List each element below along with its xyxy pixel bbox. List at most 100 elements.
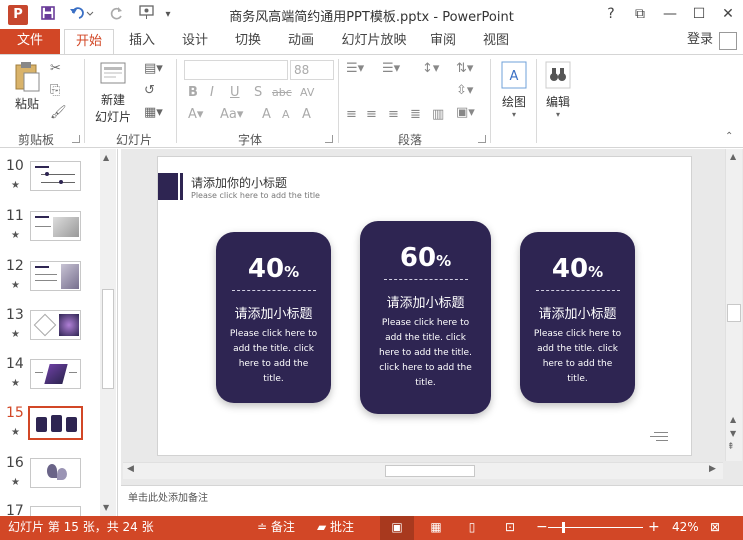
scroll-up-icon[interactable]: ▲ <box>103 153 109 162</box>
reading-view-button[interactable]: ▯ <box>462 516 482 540</box>
font-size-select[interactable]: 88 <box>290 60 334 80</box>
tab-transitions[interactable]: 切换 <box>226 29 270 54</box>
change-case-icon[interactable]: Aa▾ <box>220 107 243 123</box>
new-slide-button[interactable]: 新建 幻灯片 <box>92 59 134 125</box>
align-center-icon[interactable]: ≡ <box>366 107 377 123</box>
clear-formatting-icon[interactable]: A <box>302 107 311 123</box>
comments-toggle-button[interactable]: ▰ 批注 <box>317 516 354 540</box>
scroll-up-icon[interactable]: ▲ <box>730 152 736 161</box>
slide-vertical-scrollbar[interactable]: ▲ ▲ ▼ ⇞ <box>725 149 742 461</box>
thumbnail-slide-15[interactable]: 15 ★ <box>0 405 100 453</box>
zoom-level[interactable]: 42% <box>672 516 699 540</box>
thumbnail-scrollbar[interactable]: ▲ ▼ <box>100 149 116 516</box>
tab-slideshow[interactable]: 幻灯片放映 <box>336 29 412 54</box>
section-icon[interactable]: ▦▾ <box>144 105 163 121</box>
zoom-in-button[interactable]: + <box>648 516 660 540</box>
help-button[interactable]: ? <box>597 2 625 26</box>
slide-canvas[interactable]: 请添加你的小标题 Please click here to add the ti… <box>157 156 692 456</box>
font-name-select[interactable] <box>184 60 288 80</box>
strikethrough-icon[interactable]: abc <box>272 85 292 101</box>
tab-design[interactable]: 设计 <box>173 29 217 54</box>
slide-sorter-view-button[interactable]: ▦ <box>426 516 446 540</box>
minimize-button[interactable]: — <box>656 2 684 26</box>
horizontal-scroll-thumb[interactable] <box>385 465 475 477</box>
layout-icon[interactable]: ▤▾ <box>144 61 163 77</box>
stat-card[interactable]: 40% 请添加小标题 Please click here to add the … <box>520 232 635 403</box>
drawing-button[interactable]: A 绘图 ▾ <box>496 59 532 119</box>
thumbnail-slide-13[interactable]: 13 ★ <box>0 307 100 355</box>
fit-slide-icon[interactable]: ⊠ <box>710 516 720 540</box>
paragraph-launcher-icon[interactable] <box>478 135 486 143</box>
tab-insert[interactable]: 插入 <box>120 29 164 54</box>
paste-button[interactable]: 粘贴 <box>9 59 45 112</box>
tab-animations[interactable]: 动画 <box>279 29 323 54</box>
stat-card[interactable]: 60% 请添加小标题 Please click here to add the … <box>360 221 491 414</box>
start-from-beginning-icon[interactable] <box>136 4 158 26</box>
thumbnail-slide-10[interactable]: 10 ★ <box>0 158 100 206</box>
scroll-right-icon[interactable]: ▶ <box>709 464 716 474</box>
scroll-down-icon[interactable]: ▼ <box>103 503 109 512</box>
bold-icon[interactable]: B <box>188 85 198 101</box>
tab-file[interactable]: 文件 <box>0 29 60 54</box>
thumbnail-slide-12[interactable]: 12 ★ <box>0 258 100 306</box>
tab-view[interactable]: 视图 <box>474 29 518 54</box>
grow-font-icon[interactable]: A <box>262 107 271 123</box>
slide-subtitle-english[interactable]: Please click here to add the title <box>191 191 320 200</box>
bullets-icon[interactable]: ☰▾ <box>346 61 364 77</box>
font-launcher-icon[interactable] <box>325 135 333 143</box>
slide-horizontal-scrollbar[interactable]: ◀ ▶ <box>123 462 723 479</box>
sign-in-link[interactable]: 登录 <box>687 29 713 51</box>
thumbnail-slide-11[interactable]: 11 ★ <box>0 208 100 256</box>
previous-slide-icon[interactable]: ⇞ <box>727 442 735 452</box>
font-color-icon[interactable]: A▾ <box>188 107 203 123</box>
notes-toggle-button[interactable]: ≐ 备注 <box>257 516 295 540</box>
zoom-out-button[interactable]: − <box>536 516 548 540</box>
numbering-icon[interactable]: ☰▾ <box>382 61 400 77</box>
thumbnail-slide-17[interactable]: 17 ★ <box>0 503 100 516</box>
underline-icon[interactable]: U <box>230 85 240 101</box>
maximize-button[interactable]: ☐ <box>685 2 713 26</box>
slideshow-view-button[interactable]: ⊡ <box>500 516 520 540</box>
scroll-down-icon[interactable]: ▼ <box>730 429 736 438</box>
align-right-icon[interactable]: ≡ <box>388 107 399 123</box>
collapse-ribbon-icon[interactable]: ⌃ <box>725 129 733 145</box>
text-direction-icon[interactable]: ⇅▾ <box>456 61 473 77</box>
normal-view-button[interactable]: ▣ <box>380 516 414 540</box>
account-icon[interactable] <box>719 32 737 50</box>
redo-icon[interactable] <box>107 4 127 26</box>
vertical-scroll-thumb[interactable] <box>727 304 741 322</box>
smartart-icon[interactable]: ▣▾ <box>456 105 475 121</box>
slide-subtitle-heading[interactable]: 请添加你的小标题 <box>191 174 287 191</box>
ribbon-display-options-icon[interactable]: ⧉ <box>626 2 654 26</box>
line-spacing-icon[interactable]: ↕▾ <box>422 61 439 77</box>
thumbnail-slide-16[interactable]: 16 ★ <box>0 455 100 503</box>
editing-button[interactable]: 编辑 ▾ <box>540 59 576 119</box>
save-icon[interactable] <box>38 4 58 26</box>
justify-icon[interactable]: ≣ <box>410 107 421 123</box>
format-painter-icon[interactable]: 🖌 <box>50 105 67 121</box>
char-spacing-icon[interactable]: AV <box>300 85 314 101</box>
columns-icon[interactable]: ▥ <box>432 107 444 123</box>
copy-icon[interactable]: ⎘ <box>50 83 60 99</box>
shrink-font-icon[interactable]: A <box>282 107 290 123</box>
reset-icon[interactable]: ↺ <box>144 83 155 99</box>
cut-icon[interactable]: ✂ <box>50 61 61 77</box>
shadow-icon[interactable]: S <box>254 85 262 101</box>
close-button[interactable]: ✕ <box>714 2 742 26</box>
undo-icon[interactable] <box>66 4 98 26</box>
thumbnail-scroll-thumb[interactable] <box>102 289 114 389</box>
notes-pane[interactable]: 单击此处添加备注 <box>121 485 743 516</box>
stat-card[interactable]: 40% 请添加小标题 Please click here to add the … <box>216 232 331 403</box>
scroll-up-icon[interactable]: ▲ <box>730 415 736 424</box>
zoom-slider-handle[interactable] <box>562 522 565 533</box>
scroll-left-icon[interactable]: ◀ <box>127 464 134 474</box>
tab-home[interactable]: 开始 <box>64 29 114 54</box>
clipboard-launcher-icon[interactable] <box>72 135 80 143</box>
align-left-icon[interactable]: ≡ <box>346 107 357 123</box>
italic-icon[interactable]: I <box>210 85 214 101</box>
thumbnail-slide-14[interactable]: 14 ★ <box>0 356 100 404</box>
customize-qat-icon[interactable]: ▾ <box>161 4 175 26</box>
align-text-icon[interactable]: ⇳▾ <box>456 83 473 99</box>
tab-review[interactable]: 审阅 <box>421 29 465 54</box>
notes-placeholder[interactable]: 单击此处添加备注 <box>128 489 208 504</box>
